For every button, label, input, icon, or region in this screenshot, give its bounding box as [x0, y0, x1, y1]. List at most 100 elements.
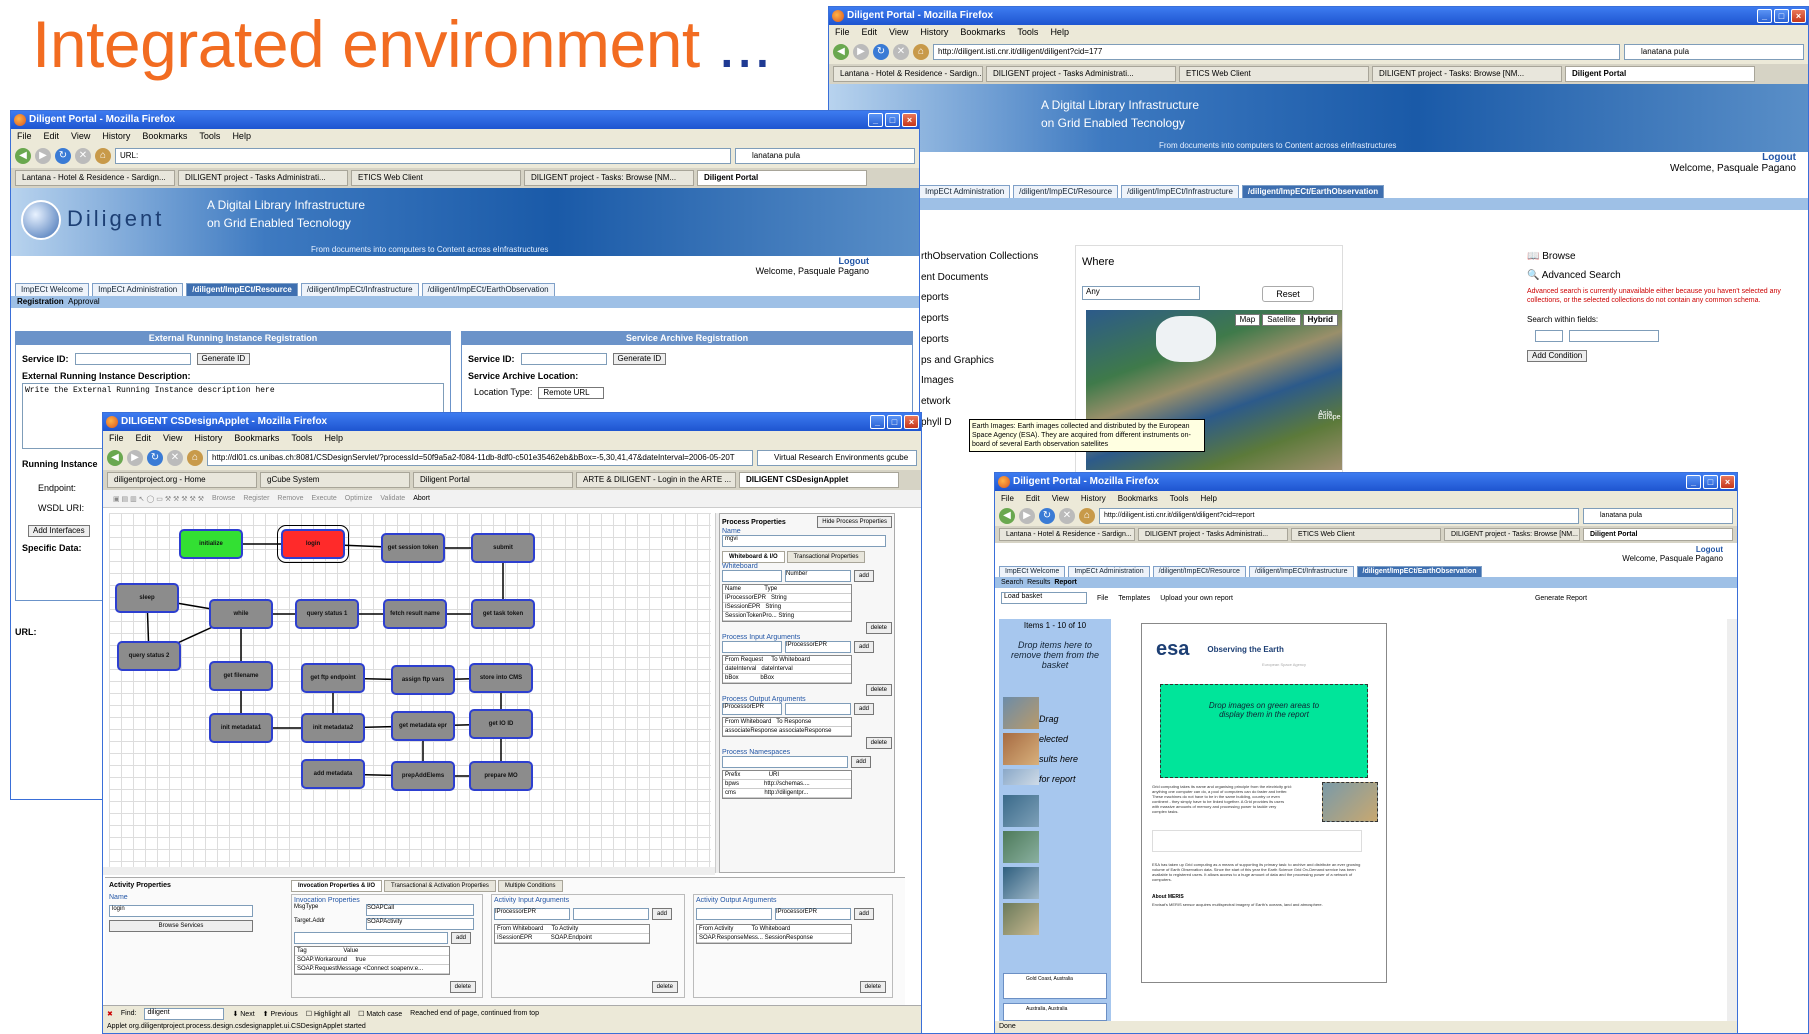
menu-edit[interactable]: Edit: [1026, 491, 1040, 506]
menu-help[interactable]: Help: [324, 431, 343, 446]
close-find-icon[interactable]: ✖: [107, 1010, 113, 1018]
process-node-store-into-CMS[interactable]: store into CMS: [469, 663, 533, 693]
menu-file[interactable]: File: [109, 431, 124, 446]
table-row[interactable]: bBox bBox: [723, 674, 851, 683]
location-type-select[interactable]: Remote URL: [538, 387, 605, 399]
reset-button[interactable]: Reset: [1262, 286, 1314, 302]
portal-tab-active[interactable]: /diligent/ImpECt/EarthObservation: [1356, 566, 1483, 577]
forward-icon[interactable]: ▶: [35, 148, 51, 164]
menu-view[interactable]: View: [889, 25, 908, 40]
add-button[interactable]: add: [851, 756, 872, 768]
url-bar[interactable]: http://dl01.cs.unibas.ch:8081/CSDesignSe…: [207, 450, 753, 466]
map-button[interactable]: Map: [1234, 314, 1261, 326]
poa-input[interactable]: [785, 703, 851, 715]
stop-icon[interactable]: ✕: [75, 148, 91, 164]
search-box[interactable]: lanatana pula: [1624, 44, 1804, 60]
execute-tool[interactable]: Execute: [311, 495, 336, 502]
portal-tab[interactable]: ImpECt Administration: [92, 283, 184, 296]
browser-tab[interactable]: DILIGENT project - Tasks Administrati...: [986, 66, 1176, 82]
browser-tab[interactable]: Lantana - Hotel & Residence - Sardign...: [15, 170, 175, 186]
process-node-fetch-result-name[interactable]: fetch result name: [383, 599, 447, 629]
reload-icon[interactable]: ↻: [55, 148, 71, 164]
portal-tab[interactable]: ImpECt Administration: [919, 185, 1011, 198]
collection-item[interactable]: eports: [921, 288, 1061, 309]
menu-history[interactable]: History: [194, 431, 222, 446]
process-node-assign-ftp-vars[interactable]: assign ftp vars: [391, 665, 455, 695]
service-id-input[interactable]: [74, 353, 191, 365]
collection-item[interactable]: ps and Graphics: [921, 351, 1061, 372]
process-node-init-metadata2[interactable]: init metadata2: [301, 713, 365, 743]
hide-pp-button[interactable]: Hide Process Properties: [817, 516, 892, 528]
portal-tab[interactable]: ImpECt Administration: [1068, 566, 1150, 577]
ap-tab[interactable]: Multiple Conditions: [497, 880, 563, 892]
table-row[interactable]: ISessionEPR SOAP.Endpoint: [495, 934, 649, 943]
browser-tab-active[interactable]: Diligent Portal: [1565, 66, 1755, 82]
thumbnail[interactable]: [1003, 733, 1039, 765]
close-button[interactable]: ×: [1720, 475, 1735, 489]
maximize-button[interactable]: □: [887, 415, 902, 429]
inv-input[interactable]: [294, 932, 448, 944]
menu-help[interactable]: Help: [1200, 491, 1216, 506]
abort-tool[interactable]: Abort: [413, 495, 430, 502]
url-bar[interactable]: http://diligent.isti.cnr.it/diligent/dil…: [933, 44, 1620, 60]
sub-nav[interactable]: eport: [829, 198, 1808, 210]
process-canvas[interactable]: initialize login get session token submit sl…: [109, 513, 711, 867]
pns-input[interactable]: [722, 756, 848, 768]
portal-tab[interactable]: /diligent/ImpECt/Resource: [1152, 566, 1246, 577]
aia-input[interactable]: [573, 908, 649, 920]
pia-input[interactable]: [722, 641, 782, 653]
collection-item[interactable]: eports: [921, 330, 1061, 351]
close-button[interactable]: ×: [1791, 9, 1806, 23]
add-button[interactable]: add: [854, 908, 875, 920]
thumbnail[interactable]: [1003, 867, 1039, 899]
portal-tab[interactable]: /diligent/ImpECt/Infrastructure: [1121, 185, 1239, 198]
process-node-initialize[interactable]: initialize: [179, 529, 243, 559]
target-input[interactable]: SOAPActivity: [366, 918, 474, 930]
process-node-get-ftp-endpoint[interactable]: get ftp endpoint: [301, 663, 365, 693]
process-node-prepare-MO[interactable]: prepare MO: [469, 761, 533, 791]
poa-select[interactable]: IProcessorEPR: [722, 703, 782, 715]
browser-tab[interactable]: ETICS Web Client: [1291, 528, 1441, 541]
maximize-button[interactable]: □: [885, 113, 900, 127]
find-next[interactable]: ⬇ Next: [232, 1010, 254, 1018]
menu-view[interactable]: View: [163, 431, 182, 446]
process-node-add-metadata[interactable]: add metadata: [301, 759, 365, 789]
table-row[interactable]: SOAP.ResponseMess... SessionResponse: [697, 934, 851, 943]
ap-tab[interactable]: Transactional & Activation Properties: [384, 880, 496, 892]
ap-name-input[interactable]: login: [109, 905, 253, 917]
thumbnail[interactable]: [1003, 769, 1039, 785]
aoa-select[interactable]: IProcessorEPR: [775, 908, 851, 920]
menu-file[interactable]: File: [835, 25, 850, 40]
process-node-get-metadata-epr[interactable]: get metadata epr: [391, 711, 455, 741]
pp-tab[interactable]: Transactional Properties: [786, 551, 866, 563]
remove-tool[interactable]: Remove: [277, 495, 303, 502]
menu-help[interactable]: Help: [1050, 25, 1069, 40]
validate-tool[interactable]: Validate: [380, 495, 405, 502]
menu-bookmarks[interactable]: Bookmarks: [960, 25, 1005, 40]
delete-button[interactable]: delete: [865, 684, 892, 696]
back-icon[interactable]: ◀: [15, 148, 31, 164]
portal-tab[interactable]: ImpECt Welcome: [999, 566, 1066, 577]
report-scrollbar[interactable]: [1727, 619, 1737, 1023]
pia-select[interactable]: IProcessorEPR: [785, 641, 851, 653]
add-button[interactable]: add: [854, 703, 875, 715]
drop-remove-area[interactable]: Drop items here to remove them from the …: [999, 630, 1111, 670]
pp-tab[interactable]: Whiteboard & I/O: [722, 551, 785, 563]
browse-link[interactable]: 📖 Browse: [1521, 245, 1808, 262]
menu-edit[interactable]: Edit: [136, 431, 152, 446]
titlebar[interactable]: Diligent Portal - Mozilla Firefox _ □ ×: [829, 7, 1808, 25]
browse-tool[interactable]: Browse: [212, 495, 235, 502]
minimize-button[interactable]: _: [1686, 475, 1701, 489]
report-image[interactable]: [1322, 782, 1378, 822]
process-node-prepAddElems[interactable]: prepAddElems: [391, 761, 455, 791]
home-icon[interactable]: ⌂: [187, 450, 203, 466]
browser-tab[interactable]: DILIGENT project - Tasks: Browse [NM...: [1372, 66, 1562, 82]
table-row[interactable]: associateResponse associateResponse: [723, 727, 851, 736]
generate-id-button[interactable]: Generate ID: [196, 353, 251, 365]
report-menu-file[interactable]: File: [1097, 595, 1108, 602]
url-bar[interactable]: URL:: [115, 148, 731, 164]
hybrid-button[interactable]: Hybrid: [1302, 314, 1338, 326]
table-row[interactable]: bpws http://schemas....: [723, 780, 851, 789]
process-node-get-IO-ID[interactable]: get IO ID: [469, 709, 533, 739]
browser-tab[interactable]: diligentproject.org - Home: [107, 472, 257, 488]
